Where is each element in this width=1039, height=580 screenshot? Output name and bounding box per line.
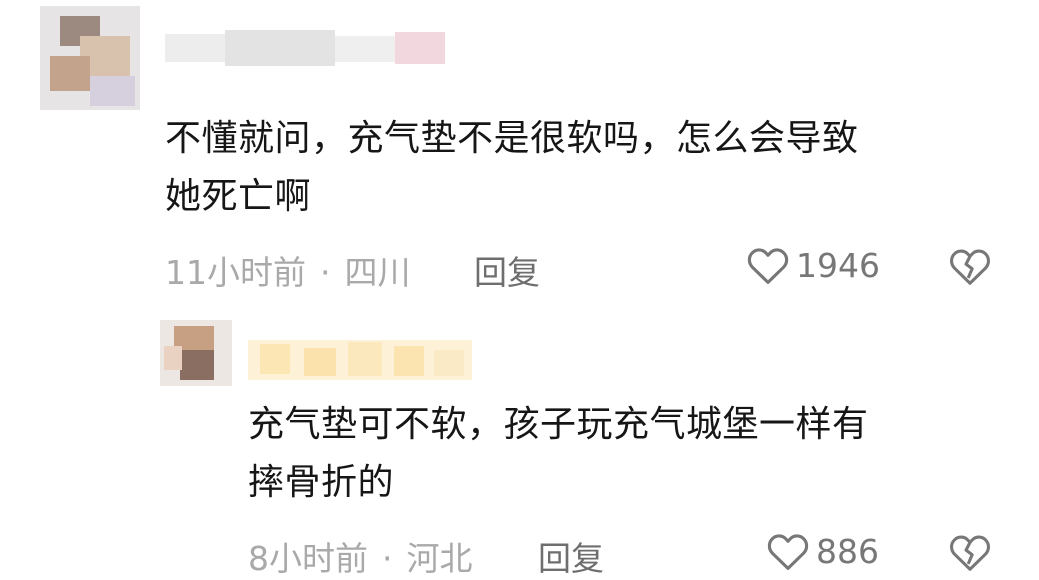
username-blurred[interactable] — [248, 332, 472, 384]
comment-text: 充气垫可不软，孩子玩充气城堡一样有 摔骨折的 — [248, 396, 869, 512]
heart-outline-icon — [766, 530, 810, 572]
name-pixel — [434, 350, 464, 376]
avatar[interactable] — [40, 6, 140, 110]
name-pixel — [335, 36, 395, 62]
username-blurred[interactable] — [165, 30, 465, 66]
comment-text-line: 摔骨折的 — [248, 462, 395, 503]
name-pixel — [260, 344, 290, 374]
like-button[interactable]: 1946 — [746, 244, 880, 286]
comment-text-line: 不懂就问，充气垫不是很软吗，怎么会导致 — [165, 118, 859, 159]
avatar-pixel — [164, 346, 182, 370]
timestamp: 8小时前 — [248, 539, 368, 578]
name-pixel — [165, 34, 225, 62]
name-pixel — [395, 32, 445, 64]
separator: · — [382, 539, 393, 578]
dislike-button[interactable] — [948, 532, 992, 576]
like-count: 1946 — [796, 245, 880, 285]
avatar[interactable] — [160, 320, 232, 386]
comment-meta: 11小时前 · 四川 — [165, 246, 411, 294]
name-pixel — [394, 346, 424, 376]
broken-heart-icon — [948, 535, 992, 576]
name-pixel — [348, 342, 382, 376]
like-count: 886 — [816, 531, 879, 571]
avatar-pixel — [50, 56, 90, 91]
broken-heart-icon — [948, 249, 992, 290]
like-button[interactable]: 886 — [766, 530, 879, 572]
separator: · — [320, 253, 331, 292]
comment-text-line: 充气垫可不软，孩子玩充气城堡一样有 — [248, 404, 869, 445]
reply-button[interactable]: 回复 — [538, 532, 604, 580]
heart-outline-icon — [746, 244, 790, 286]
dislike-button[interactable] — [948, 246, 992, 290]
reply-button[interactable]: 回复 — [474, 246, 540, 294]
location: 河北 — [406, 539, 473, 578]
comment-text: 不懂就问，充气垫不是很软吗，怎么会导致 她死亡啊 — [165, 110, 859, 226]
timestamp: 11小时前 — [165, 253, 306, 292]
name-pixel — [304, 348, 336, 376]
avatar-pixel — [180, 350, 214, 380]
comment-text-line: 她死亡啊 — [165, 176, 312, 217]
location: 四川 — [344, 253, 411, 292]
comment-meta: 8小时前 · 河北 — [248, 532, 473, 580]
name-pixel — [225, 30, 335, 66]
avatar-pixel — [90, 76, 135, 106]
